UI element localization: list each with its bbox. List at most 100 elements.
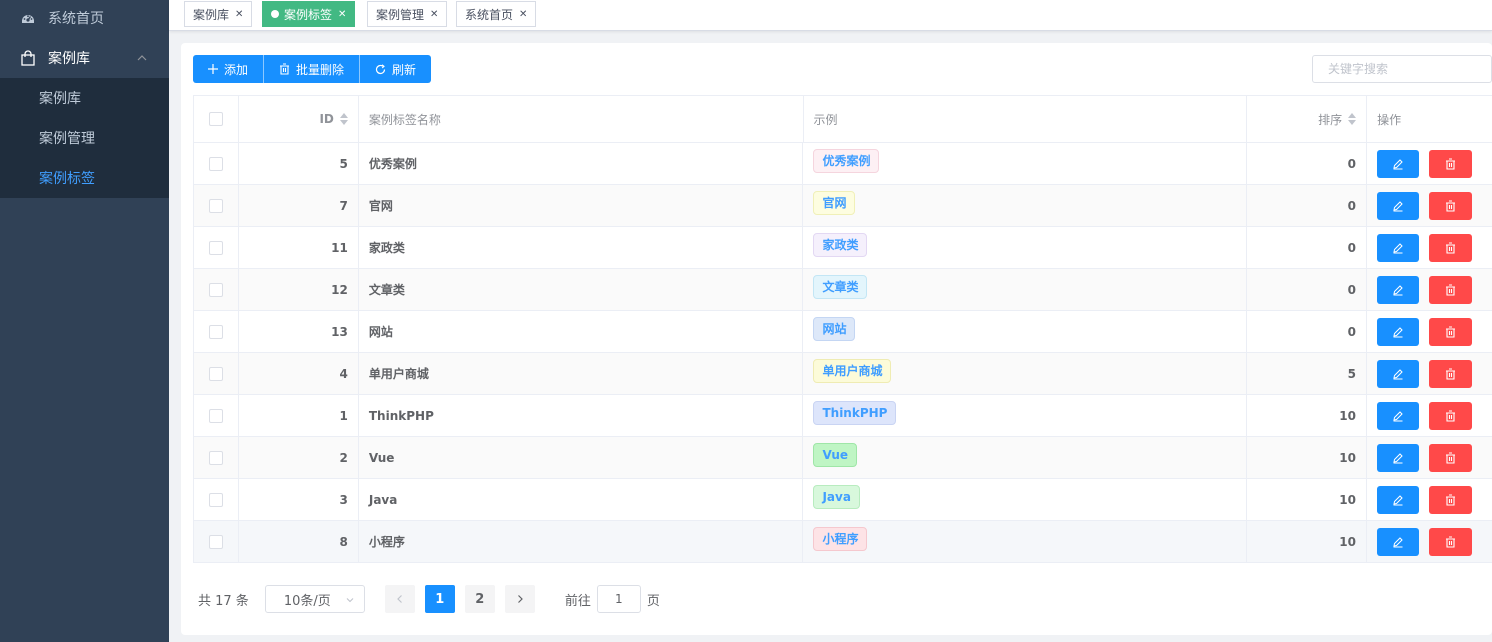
tags-table: ID 案例标签名称 示例 排序 操作 5 优秀案例 优秀案例 0 7 官网 官网 0 11 家政类…	[193, 95, 1492, 563]
page-size-select[interactable]: 10条/页	[264, 585, 365, 613]
sidebar-item-label: 案例标签	[39, 171, 95, 187]
goto-page-input[interactable]	[596, 585, 641, 613]
trash-icon	[1445, 157, 1456, 170]
tag-case-management[interactable]: 案例管理 ✕	[367, 1, 448, 27]
row-checkbox[interactable]	[208, 240, 223, 255]
row-checkbox[interactable]	[208, 408, 223, 423]
tag-label: 系统首页	[465, 7, 514, 22]
row-checkbox[interactable]	[208, 156, 223, 171]
name-cell: 官网	[359, 185, 804, 226]
row-name: ThinkPHP	[368, 408, 434, 423]
sidebar-group-cases[interactable]: 案例库	[0, 38, 169, 78]
page-button-1[interactable]: 1	[424, 585, 455, 613]
delete-button[interactable]	[1429, 401, 1472, 430]
header-example: 示例	[804, 96, 1248, 142]
close-icon[interactable]: ✕	[338, 9, 346, 20]
row-checkbox[interactable]	[208, 282, 223, 297]
delete-button[interactable]	[1429, 485, 1472, 514]
row-name: Java	[368, 492, 398, 507]
close-icon[interactable]: ✕	[430, 9, 438, 20]
delete-button[interactable]	[1429, 443, 1472, 472]
example-cell: 文章类	[803, 269, 1248, 310]
delete-button[interactable]	[1429, 191, 1472, 220]
add-button[interactable]: 添加	[193, 55, 265, 83]
edit-button[interactable]	[1376, 443, 1420, 472]
delete-button[interactable]	[1429, 149, 1472, 178]
close-icon[interactable]: ✕	[235, 9, 243, 20]
row-checkbox[interactable]	[208, 450, 223, 465]
sort-icon[interactable]	[1348, 113, 1357, 125]
header-sort[interactable]: 排序	[1247, 96, 1368, 142]
sidebar-item-home[interactable]: 系统首页	[0, 0, 169, 38]
ops-cell	[1367, 479, 1492, 520]
header-id[interactable]: ID	[239, 96, 359, 142]
tag-case-library[interactable]: 案例库 ✕	[184, 1, 253, 27]
refresh-button[interactable]: 刷新	[360, 55, 432, 83]
sort-cell: 10	[1247, 479, 1367, 520]
table-row: 7 官网 官网 0	[194, 185, 1492, 227]
id-cell: 4	[239, 353, 359, 394]
sidebar-item-case-management[interactable]: 案例管理	[0, 118, 169, 158]
ops-cell	[1367, 227, 1492, 268]
edit-button[interactable]	[1376, 401, 1420, 430]
batch-delete-button[interactable]: 批量删除	[264, 55, 361, 83]
next-page-button[interactable]	[504, 585, 535, 613]
table-row: 1 ThinkPHP ThinkPHP 10	[194, 395, 1492, 437]
page-button-2[interactable]: 2	[464, 585, 495, 613]
search-input[interactable]	[1312, 55, 1492, 83]
sidebar: 系统首页 案例库 案例库 案例管理 案例标签	[0, 0, 169, 642]
delete-button[interactable]	[1429, 317, 1472, 346]
sidebar-item-label: 案例库	[39, 91, 81, 107]
trash-icon	[1445, 409, 1456, 422]
edit-icon	[1392, 326, 1404, 338]
delete-button[interactable]	[1429, 233, 1472, 262]
row-id: 5	[339, 156, 348, 171]
edit-button[interactable]	[1376, 359, 1420, 388]
row-sort: 5	[1347, 366, 1356, 381]
goto-prefix: 前往	[564, 593, 591, 609]
edit-icon	[1392, 242, 1404, 254]
prev-page-button[interactable]	[384, 585, 415, 613]
checkbox-cell	[194, 521, 239, 562]
row-name: 优秀案例	[368, 157, 417, 171]
edit-button[interactable]	[1376, 527, 1420, 556]
example-tag: 官网	[813, 190, 856, 215]
row-id: 1	[339, 408, 348, 423]
example-cell: ThinkPHP	[803, 395, 1248, 436]
close-icon[interactable]: ✕	[519, 9, 527, 20]
row-sort: 0	[1347, 240, 1356, 255]
edit-button[interactable]	[1376, 317, 1420, 346]
sidebar-item-case-library[interactable]: 案例库	[0, 78, 169, 118]
header-ops: 操作	[1367, 96, 1492, 142]
example-tag: 单用户商城	[813, 358, 892, 383]
trash-icon	[1445, 535, 1456, 548]
edit-button[interactable]	[1376, 191, 1420, 220]
edit-button[interactable]	[1376, 275, 1420, 304]
tag-system-home[interactable]: 系统首页 ✕	[456, 1, 537, 27]
select-all-checkbox[interactable]	[208, 112, 223, 126]
row-checkbox[interactable]	[208, 534, 223, 549]
delete-button[interactable]	[1429, 527, 1472, 556]
page-size-value: 10条/页	[283, 593, 331, 609]
row-checkbox[interactable]	[208, 198, 223, 213]
tag-case-tags[interactable]: 案例标签 ✕	[262, 1, 356, 27]
edit-button[interactable]	[1376, 149, 1420, 178]
checkbox-cell	[194, 185, 239, 226]
example-tag: 小程序	[813, 526, 868, 551]
sort-cell: 10	[1247, 521, 1367, 562]
delete-button[interactable]	[1429, 275, 1472, 304]
sidebar-item-case-tags[interactable]: 案例标签	[0, 158, 169, 198]
row-checkbox[interactable]	[208, 366, 223, 381]
delete-button[interactable]	[1429, 359, 1472, 388]
submenu-cases: 案例库 案例管理 案例标签	[0, 78, 169, 198]
edit-button[interactable]	[1376, 485, 1420, 514]
name-cell: 网站	[359, 311, 804, 352]
goto-suffix: 页	[646, 593, 660, 609]
row-sort: 10	[1339, 408, 1356, 423]
edit-button[interactable]	[1376, 233, 1420, 262]
header-name: 案例标签名称	[359, 96, 804, 142]
sort-icon[interactable]	[339, 113, 348, 125]
row-checkbox[interactable]	[208, 324, 223, 339]
name-cell: 单用户商城	[359, 353, 804, 394]
row-checkbox[interactable]	[208, 492, 223, 507]
